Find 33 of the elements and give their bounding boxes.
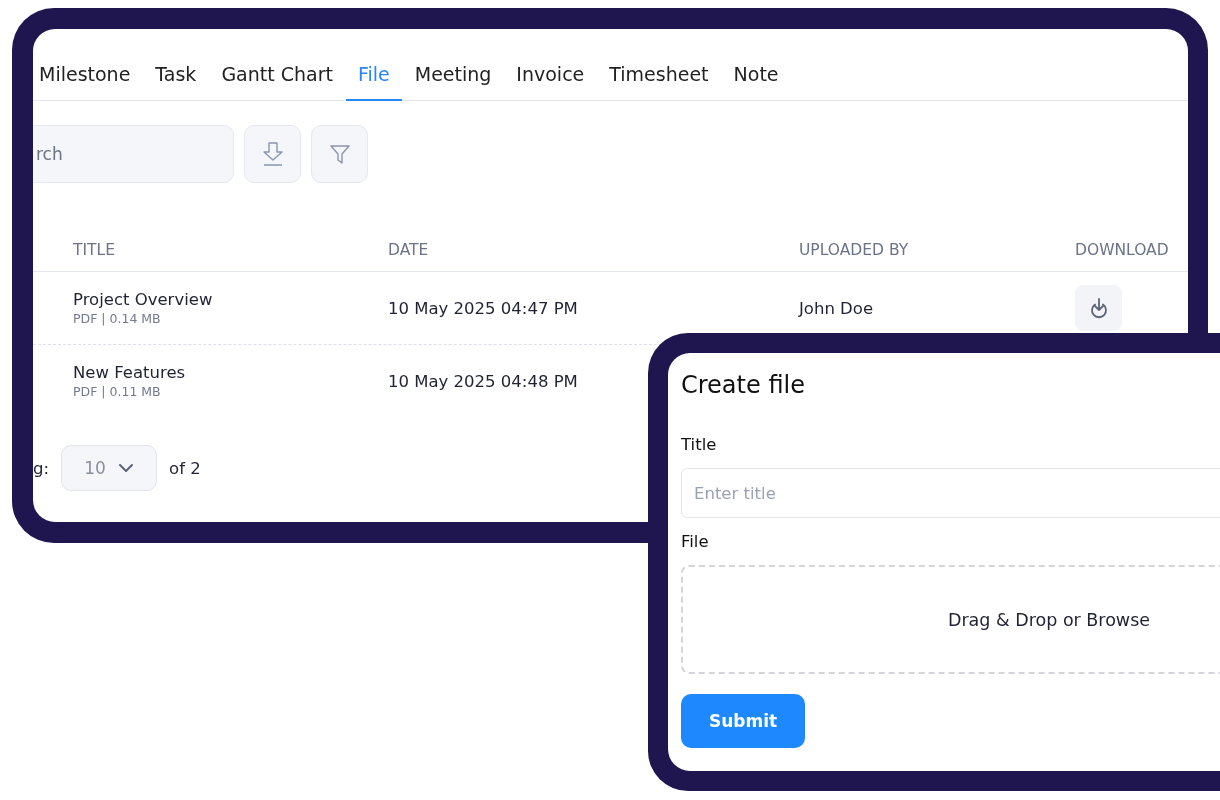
filter-button[interactable] bbox=[311, 125, 368, 183]
title-input[interactable]: Enter title bbox=[681, 468, 1220, 518]
page-size-label: g: bbox=[33, 458, 50, 478]
file-meta: PDF | 0.11 MB bbox=[73, 384, 161, 399]
field-label: Title bbox=[681, 435, 717, 454]
date-cell: 10 May 2025 04:47 PM bbox=[388, 298, 578, 318]
column-header: DATE bbox=[388, 241, 430, 259]
column-header: UPLOADED BY bbox=[799, 241, 910, 259]
file-meta: PDF | 0.14 MB bbox=[73, 311, 161, 326]
filter-icon bbox=[328, 143, 351, 165]
file-title: Project Overview bbox=[73, 290, 213, 309]
tab[interactable]: File bbox=[345, 63, 402, 101]
tab[interactable]: Milestone bbox=[39, 63, 143, 101]
download-button[interactable] bbox=[1075, 285, 1122, 331]
tab[interactable]: Invoice bbox=[504, 63, 597, 101]
tab[interactable]: Task bbox=[143, 63, 209, 101]
uploader-cell: John Doe bbox=[799, 298, 874, 318]
tab[interactable]: Meeting bbox=[402, 63, 504, 101]
dialog-title: Create file bbox=[681, 371, 805, 399]
tab[interactable]: Gantt Chart bbox=[209, 63, 345, 101]
page-count: of 2 bbox=[169, 458, 201, 478]
tab[interactable]: Note bbox=[721, 63, 791, 101]
column-header: TITLE bbox=[73, 241, 116, 259]
column-header: DOWNLOAD bbox=[1075, 241, 1170, 259]
download-arrow-icon bbox=[261, 141, 284, 167]
file-dropzone[interactable]: Drag & Drop or Browse bbox=[681, 565, 1220, 674]
file-title: New Features bbox=[73, 363, 186, 382]
chevron-down-icon bbox=[117, 463, 134, 473]
tab[interactable]: Timesheet bbox=[597, 63, 721, 101]
search-field[interactable]: rch bbox=[33, 125, 234, 183]
date-cell: 10 May 2025 04:48 PM bbox=[388, 371, 578, 391]
export-button[interactable] bbox=[244, 125, 301, 183]
field-label: File bbox=[681, 532, 709, 551]
